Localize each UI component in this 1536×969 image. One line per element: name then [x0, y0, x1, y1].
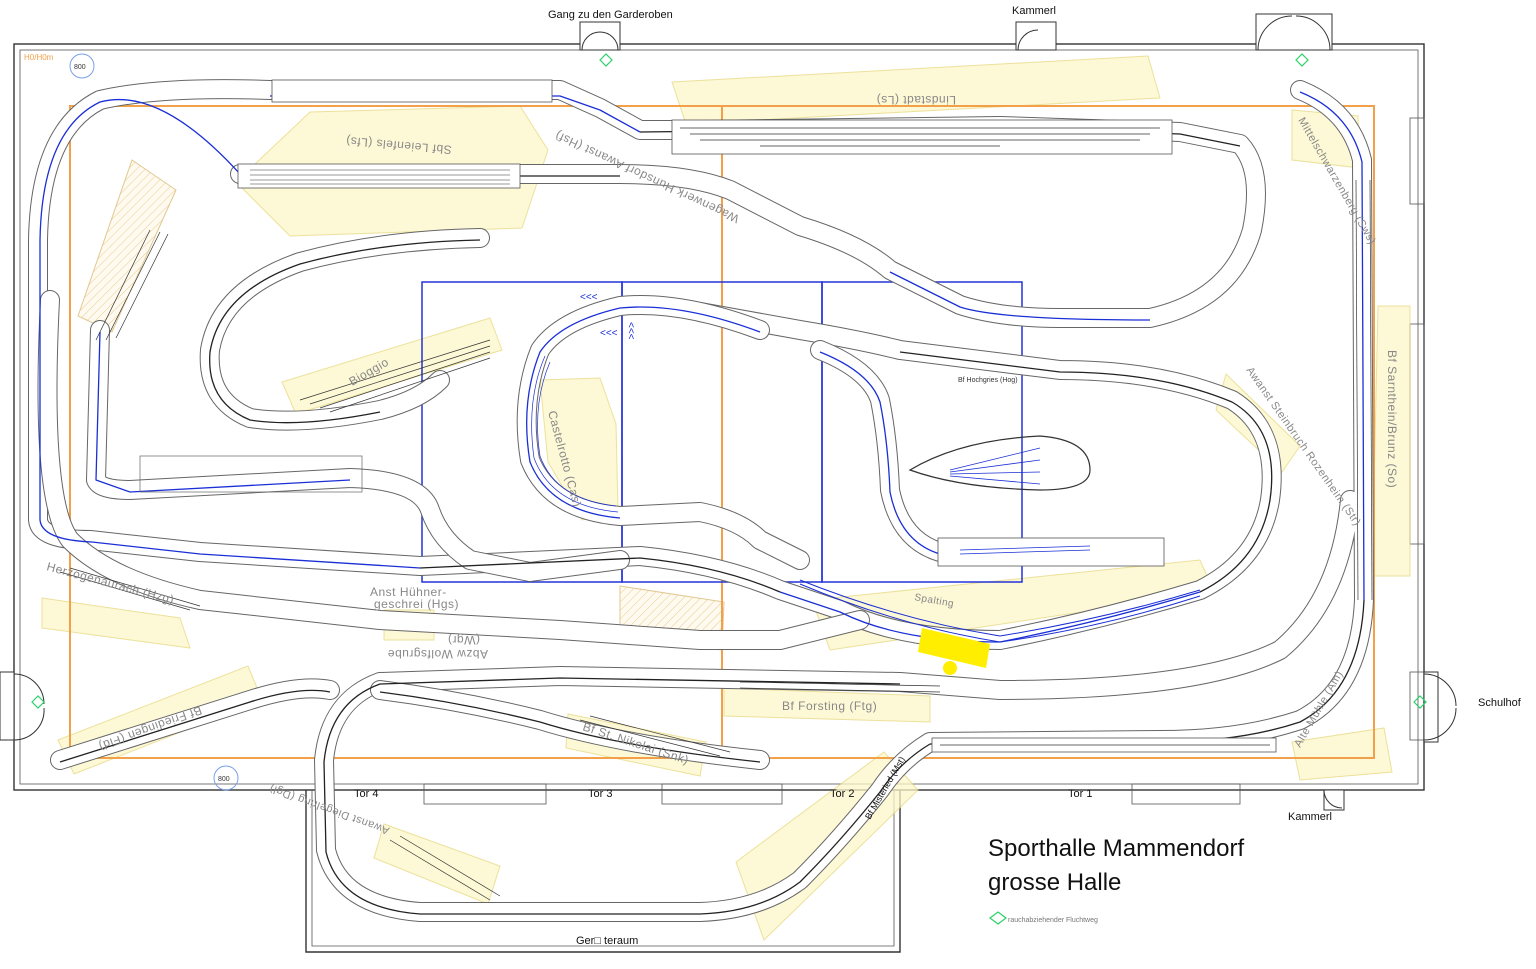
chevron-icon: <<<: [600, 328, 618, 339]
chevron-icon: <<<: [580, 292, 598, 303]
label-lindstadt: Lindstadt (Ls): [876, 93, 956, 107]
label-hochgries: Bf Hochgries (Hog): [958, 377, 1018, 384]
door-schulhof: [1423, 671, 1457, 743]
legend-escape-icon: [989, 911, 1007, 925]
legend-text: rauchabziehender Fluchtweg: [1008, 917, 1098, 924]
door-kammerl-bottom: [1323, 789, 1345, 811]
label-huehnergeschrei-2: geschrei (Hgs): [374, 597, 459, 611]
geraeteraum-label: Ger□ teraum: [576, 935, 638, 947]
corridor-label: Gang zu den Garderoben: [548, 9, 673, 21]
door-kammerl-top: [1015, 21, 1057, 51]
escape-arrow-top: [599, 53, 613, 67]
gate-3-recess: [423, 783, 547, 805]
door-left: [0, 671, 45, 741]
title-line-1: Sporthalle Mammendorf: [988, 835, 1244, 862]
door-top-right: [1255, 13, 1333, 51]
gate-1-recess: [1131, 783, 1241, 805]
chevron-icon: <<<: [625, 322, 636, 340]
tor-1-label: Tor 1: [1068, 788, 1092, 800]
schulhof-label: Schulhof: [1478, 697, 1522, 709]
label-wolfsgrube-1: Abzw Wolfsgrube: [387, 647, 488, 661]
label-wolfsgrube-2: (Wgr): [448, 633, 481, 647]
circle-bottom-label: 800: [218, 776, 230, 783]
kammerl-bottom-label: Kammerl: [1288, 811, 1332, 823]
gate-2-recess: [661, 783, 783, 805]
layout-plan: 800 800 H0/H0m <<< <<< <<< Gang zu den G…: [0, 5, 1522, 953]
kammerl-top-label: Kammerl: [1012, 5, 1056, 17]
tor-2-label: Tor 2: [830, 788, 854, 800]
plan-title: Sporthalle Mammendorf grosse Halle rauch…: [988, 835, 1244, 924]
tor-3-label: Tor 3: [588, 788, 612, 800]
label-sarnthein: Bf Sarnthein/Brunz (So): [1385, 350, 1399, 488]
track-modules: [28, 79, 1374, 922]
door-garderoben: [579, 21, 621, 51]
title-line-2: grosse Halle: [988, 869, 1121, 896]
tor-4-label: Tor 4: [354, 788, 378, 800]
circle-top-label: 800: [74, 64, 86, 71]
h0m-label: H0/H0m: [24, 53, 54, 62]
label-forsting: Bf Forsting (Ftg): [782, 699, 877, 713]
